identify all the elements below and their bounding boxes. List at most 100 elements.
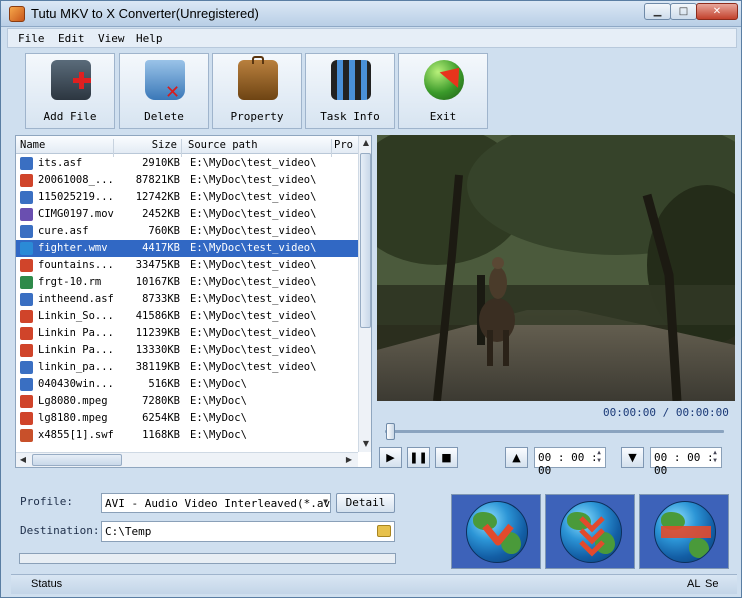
file-row[interactable]: 115025219... 12742KB E:\MyDoc\test_video\: [16, 189, 358, 206]
set-end-button[interactable]: ▼: [621, 447, 644, 468]
file-row[interactable]: Linkin_So... 41586KB E:\MyDoc\test_video\: [16, 308, 358, 325]
file-row[interactable]: Linkin Pa... 13330KB E:\MyDoc\test_video\: [16, 342, 358, 359]
recycle-bin-icon: ✕: [145, 60, 185, 103]
profile-label: Profile:: [20, 495, 73, 508]
horizontal-scrollbar[interactable]: ◀ ▶: [16, 452, 358, 467]
convert-globe-icon: [466, 501, 528, 563]
file-row[interactable]: cure.asf 760KB E:\MyDoc\test_video\: [16, 223, 358, 240]
mov-icon: [20, 208, 33, 221]
file-row[interactable]: intheend.asf 8733KB E:\MyDoc\test_video\: [16, 291, 358, 308]
vertical-scrollbar[interactable]: ▲ ▼: [358, 136, 371, 452]
property-button[interactable]: Property: [212, 53, 302, 129]
wmv-icon: [20, 242, 33, 255]
seek-knob[interactable]: [386, 423, 395, 440]
file-name: x4855[1].swf: [38, 429, 114, 441]
status-text: Status: [31, 578, 63, 590]
conversion-progress: [19, 553, 396, 564]
stop-button[interactable]: ■: [435, 447, 458, 468]
browse-folder-icon[interactable]: [377, 525, 391, 537]
start-time-field[interactable]: 00 : 00 : 00 ▲ ▼: [534, 447, 606, 477]
file-row[interactable]: frgt-10.rm 10167KB E:\MyDoc\test_video\: [16, 274, 358, 291]
mpeg-icon: [20, 259, 33, 272]
file-path: E:\MyDoc\test_video\: [190, 310, 317, 322]
menu-file[interactable]: File: [18, 32, 45, 45]
file-row[interactable]: fighter.wmv 4417KB E:\MyDoc\test_video\: [16, 240, 358, 257]
destination-field[interactable]: C:\Temp: [101, 521, 395, 542]
mark-end-icon: ▼: [628, 451, 637, 464]
play-icon: ▶: [386, 451, 395, 464]
file-row[interactable]: 040430win... 516KB E:\MyDoc\: [16, 376, 358, 393]
file-size: 6254KB: [142, 412, 180, 424]
set-start-button[interactable]: ▲: [505, 447, 528, 468]
task-info-button[interactable]: Task Info: [305, 53, 395, 129]
delete-button[interactable]: ✕ Delete: [119, 53, 209, 129]
mpeg-icon: [20, 310, 33, 323]
profile-select[interactable]: AVI - Audio Video Interleaved(*.av: ▼: [101, 493, 331, 513]
file-row[interactable]: linkin_pa... 38119KB E:\MyDoc\test_video\: [16, 359, 358, 376]
batch-convert-button[interactable]: [545, 494, 635, 569]
file-path: E:\MyDoc\test_video\: [190, 276, 317, 288]
file-row[interactable]: Linkin Pa... 11239KB E:\MyDoc\test_video\: [16, 325, 358, 342]
exit-globe-icon: [424, 60, 469, 100]
file-path: E:\MyDoc\test_video\: [190, 259, 317, 271]
vertical-scroll-thumb[interactable]: [360, 153, 371, 328]
file-name: cure.asf: [38, 225, 89, 237]
scroll-left-icon[interactable]: ◀: [17, 453, 29, 467]
seek-slider[interactable]: [381, 423, 724, 440]
toolbar: Add File ✕ Delete Property Task Info Exi…: [11, 51, 737, 131]
maximize-button[interactable]: □: [670, 3, 697, 20]
scroll-down-icon[interactable]: ▼: [360, 437, 371, 451]
file-size: 11239KB: [135, 327, 180, 339]
file-path: E:\MyDoc\test_video\: [190, 361, 317, 373]
mpeg-icon: [20, 327, 33, 340]
dropdown-arrow-icon: ▼: [323, 497, 328, 506]
mpeg-icon: [20, 174, 33, 187]
file-row[interactable]: 20061008_... 87821KB E:\MyDoc\test_video\: [16, 172, 358, 189]
convert-button[interactable]: [451, 494, 541, 569]
status-bar: Status AL Se: [11, 574, 737, 594]
exit-button[interactable]: Exit: [398, 53, 488, 129]
end-time-field[interactable]: 00 : 00 : 00 ▲ ▼: [650, 447, 722, 477]
swf-icon: [20, 429, 33, 442]
detail-button[interactable]: Detail: [336, 493, 395, 513]
file-path: E:\MyDoc\test_video\: [190, 208, 317, 220]
pause-button[interactable]: ❚❚: [407, 447, 430, 468]
file-path: E:\MyDoc\test_video\: [190, 242, 317, 254]
asf-icon: [20, 293, 33, 306]
status-right-1: AL: [687, 578, 701, 590]
file-size: 760KB: [148, 225, 180, 237]
file-path: E:\MyDoc\test_video\: [190, 293, 317, 305]
mpeg-icon: [20, 412, 33, 425]
file-name: linkin_pa...: [38, 361, 114, 373]
file-row[interactable]: fountains... 33475KB E:\MyDoc\test_video\: [16, 257, 358, 274]
asf-icon: [20, 191, 33, 204]
stop-convert-button[interactable]: [639, 494, 729, 569]
start-time-spinner[interactable]: ▲ ▼: [594, 449, 604, 466]
file-size: 33475KB: [135, 259, 180, 271]
file-row[interactable]: lg8180.mpeg 6254KB E:\MyDoc\: [16, 410, 358, 427]
file-row[interactable]: x4855[1].swf 1168KB E:\MyDoc\: [16, 427, 358, 444]
file-size: 2910KB: [142, 157, 180, 169]
menu-view[interactable]: View: [98, 32, 125, 45]
end-time-spinner[interactable]: ▲ ▼: [710, 449, 720, 466]
asf-icon: [20, 378, 33, 391]
minimize-button[interactable]: ▁: [644, 3, 671, 20]
scroll-right-icon[interactable]: ▶: [343, 453, 355, 467]
video-frame: [377, 135, 735, 401]
menu-help[interactable]: Help: [136, 32, 163, 45]
add-file-button[interactable]: Add File: [25, 53, 115, 129]
batch-convert-globe-icon: [560, 501, 622, 563]
horizontal-scroll-thumb[interactable]: [32, 454, 122, 466]
file-name: CIMG0197.mov: [38, 208, 114, 220]
file-name: 115025219...: [38, 191, 114, 203]
title-bar[interactable]: Tutu MKV to X Converter(Unregistered) ▁ …: [1, 1, 741, 27]
file-row[interactable]: CIMG0197.mov 2452KB E:\MyDoc\test_video\: [16, 206, 358, 223]
file-row[interactable]: its.asf 2910KB E:\MyDoc\test_video\: [16, 155, 358, 172]
scroll-up-icon[interactable]: ▲: [360, 136, 371, 150]
file-row[interactable]: Lg8080.mpeg 7280KB E:\MyDoc\: [16, 393, 358, 410]
menu-edit[interactable]: Edit: [58, 32, 85, 45]
play-button[interactable]: ▶: [379, 447, 402, 468]
close-button[interactable]: ✕: [696, 3, 738, 20]
file-list[interactable]: Name Size Source path Pro its.asf 2910KB E…: [15, 135, 372, 468]
video-preview[interactable]: [377, 135, 735, 401]
